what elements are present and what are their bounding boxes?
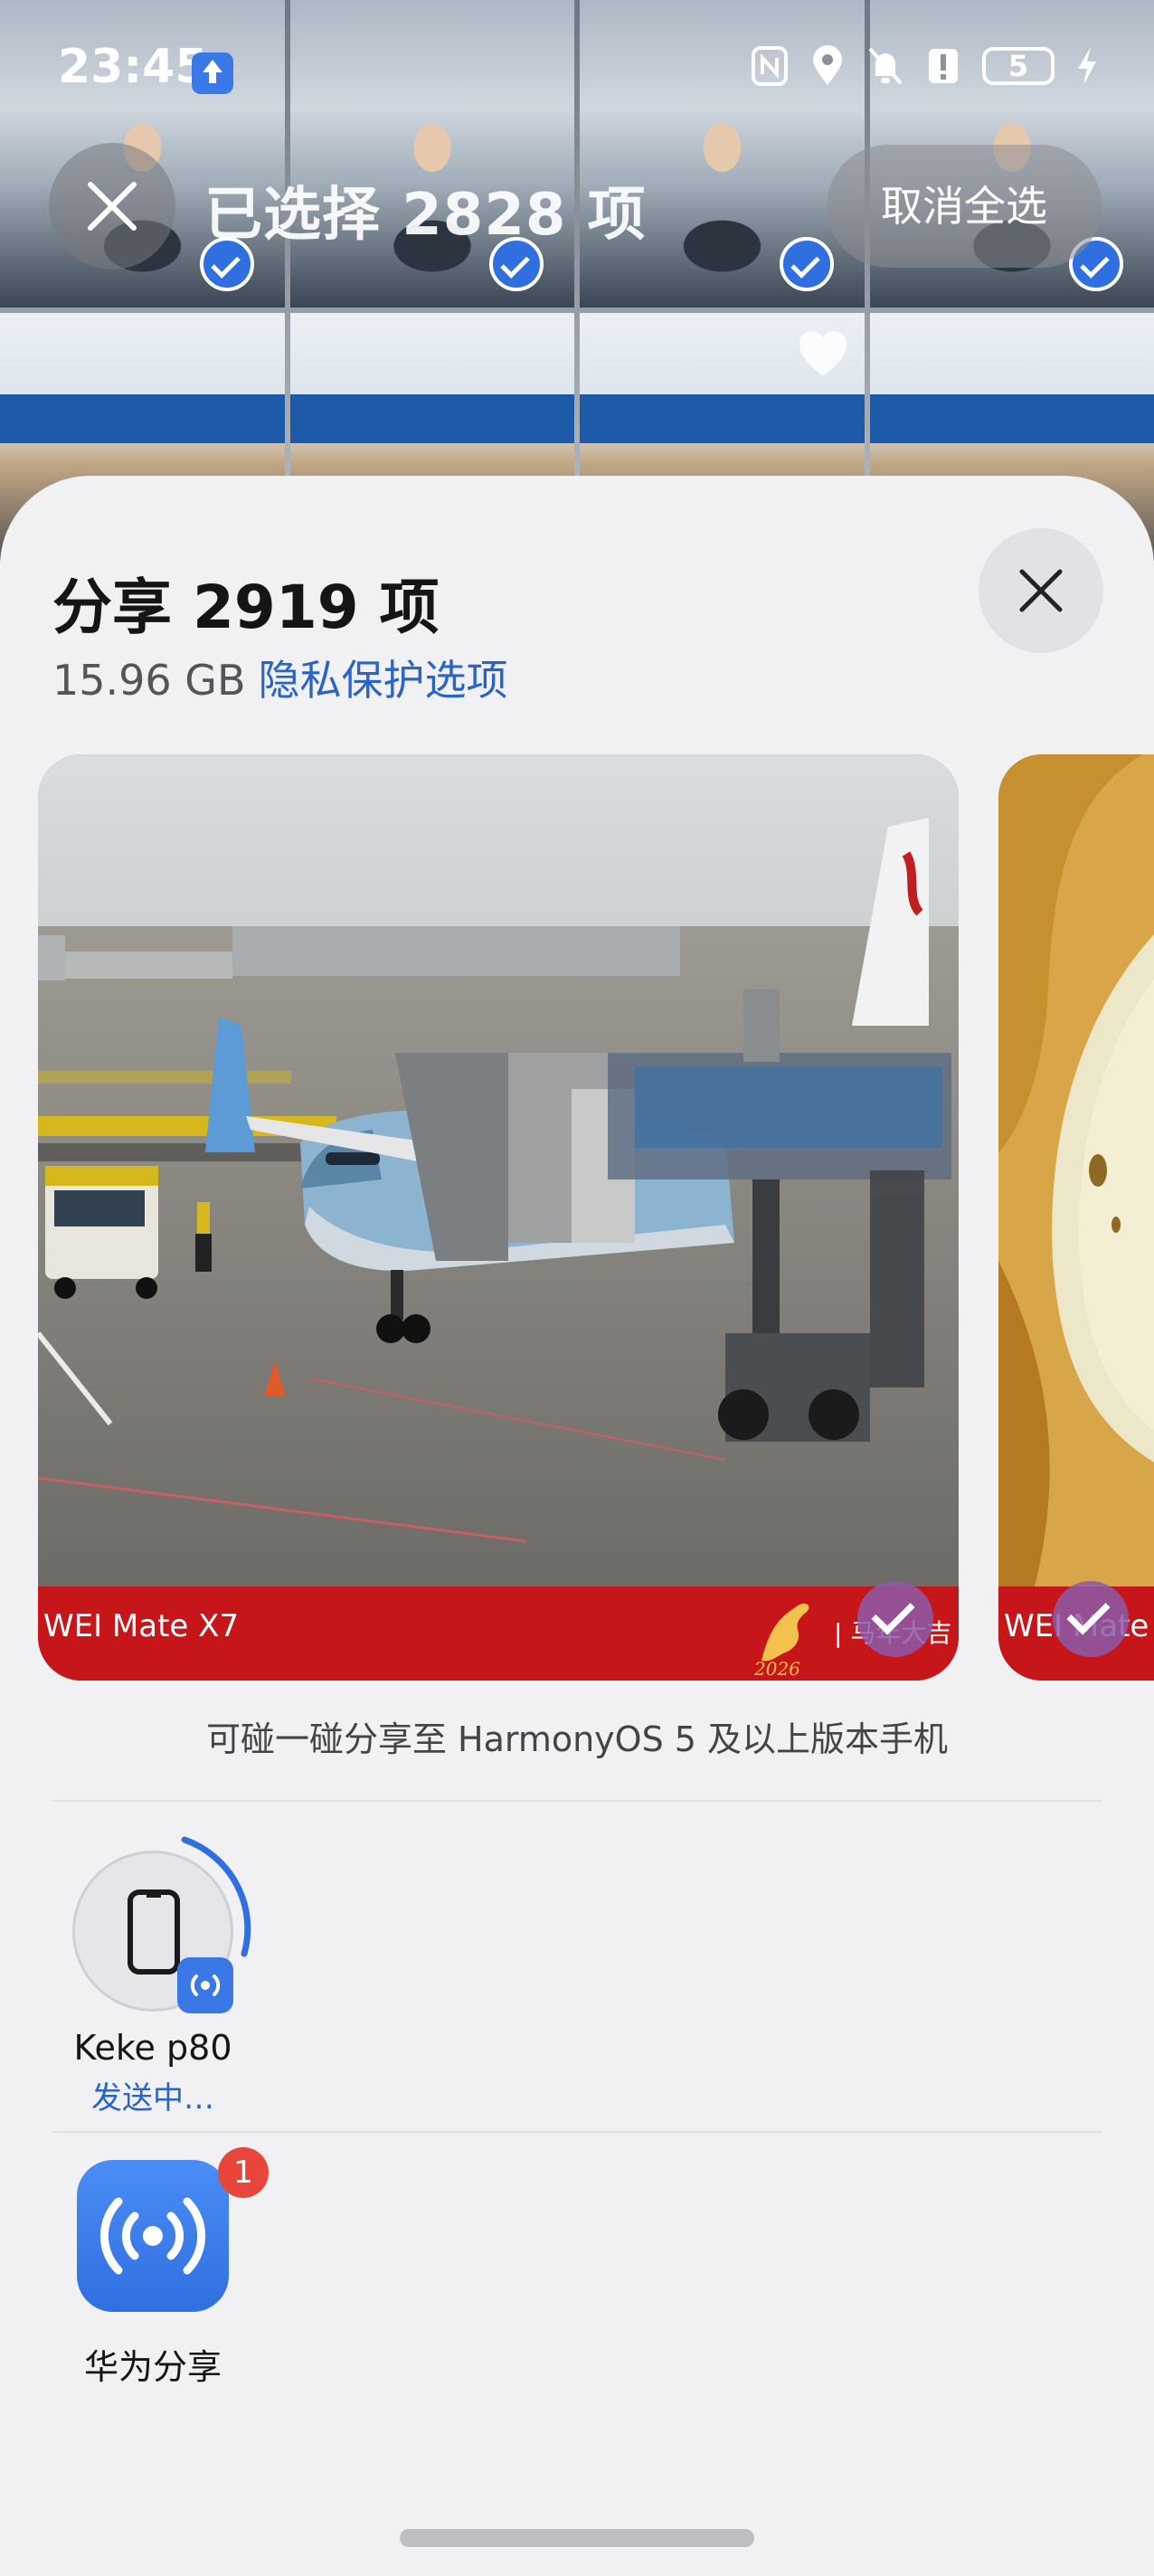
- screen: 23:45 5 已选择 2828 项 取消全选 分享 2919 项 15.96 …: [0, 0, 1154, 2576]
- upload-icon: [192, 52, 233, 94]
- favorite-heart-icon: [799, 331, 847, 376]
- selection-count-title: 已选择 2828 项: [204, 182, 647, 249]
- device-transfer-status: 发送中…: [91, 2080, 214, 2117]
- horse-logo-icon: 2026: [753, 1603, 809, 1677]
- huawei-share-icon: 1: [77, 2147, 269, 2312]
- share-sheet-title: 分享 2919 项: [52, 573, 440, 642]
- food-photo: [998, 754, 1154, 1586]
- app-name: 华为分享: [83, 2347, 222, 2387]
- selected-check-icon[interactable]: [857, 1581, 933, 1657]
- svg-text:2026: 2026: [753, 1658, 800, 1677]
- deselect-all-button[interactable]: 取消全选: [827, 145, 1102, 268]
- share-target-huawei-share[interactable]: 1 华为分享: [49, 2147, 269, 2389]
- camera-watermark: WEI Mate X7 2026 | 马年大吉 万事: [38, 1586, 959, 1681]
- share-sheet-close-button[interactable]: [979, 528, 1103, 653]
- huawei-share-badge-icon: [177, 1957, 233, 2013]
- total-size: 15.96 GB: [52, 656, 246, 705]
- divider: [52, 1800, 1102, 1802]
- preview-card[interactable]: WEI Mate X: [998, 754, 1154, 1681]
- alert-icon: [929, 49, 958, 83]
- privacy-options-link[interactable]: 隐私保护选项: [259, 656, 508, 705]
- phone-icon: [128, 1889, 180, 1975]
- share-sheet: 分享 2919 项 15.96 GB 隐私保护选项 WEI Mate X7 20…: [0, 476, 1154, 2576]
- charging-icon: [1078, 47, 1096, 85]
- selected-check-icon[interactable]: [1053, 1581, 1129, 1657]
- selected-check-icon: [779, 237, 834, 291]
- exit-selection-button[interactable]: [49, 143, 175, 270]
- airport-photo: [38, 754, 959, 1586]
- status-time: 23:45: [58, 40, 208, 94]
- close-icon: [88, 182, 137, 231]
- close-icon: [1019, 569, 1063, 612]
- nfc-icon: [752, 46, 788, 86]
- status-icons: 5: [751, 45, 1100, 87]
- status-bar: 23:45 5: [0, 0, 1154, 145]
- preview-card[interactable]: WEI Mate X7 2026 | 马年大吉 万事: [38, 754, 959, 1681]
- location-icon: [813, 45, 842, 85]
- notification-badge: 1: [218, 2147, 269, 2198]
- home-indicator[interactable]: [400, 2529, 754, 2547]
- device-avatar: [49, 1827, 257, 2035]
- watermark-model: WEI Mate X7: [43, 1608, 240, 1644]
- bell-off-icon: [868, 47, 903, 85]
- divider: [52, 2131, 1102, 2133]
- share-sheet-subtitle: 15.96 GB 隐私保护选项: [52, 648, 508, 707]
- tap-to-share-hint: 可碰一碰分享至 HarmonyOS 5 及以上版本手机: [205, 1719, 949, 1759]
- nearby-device[interactable]: Keke p80 发送中…: [49, 1827, 257, 2117]
- battery-icon: 5: [982, 47, 1055, 85]
